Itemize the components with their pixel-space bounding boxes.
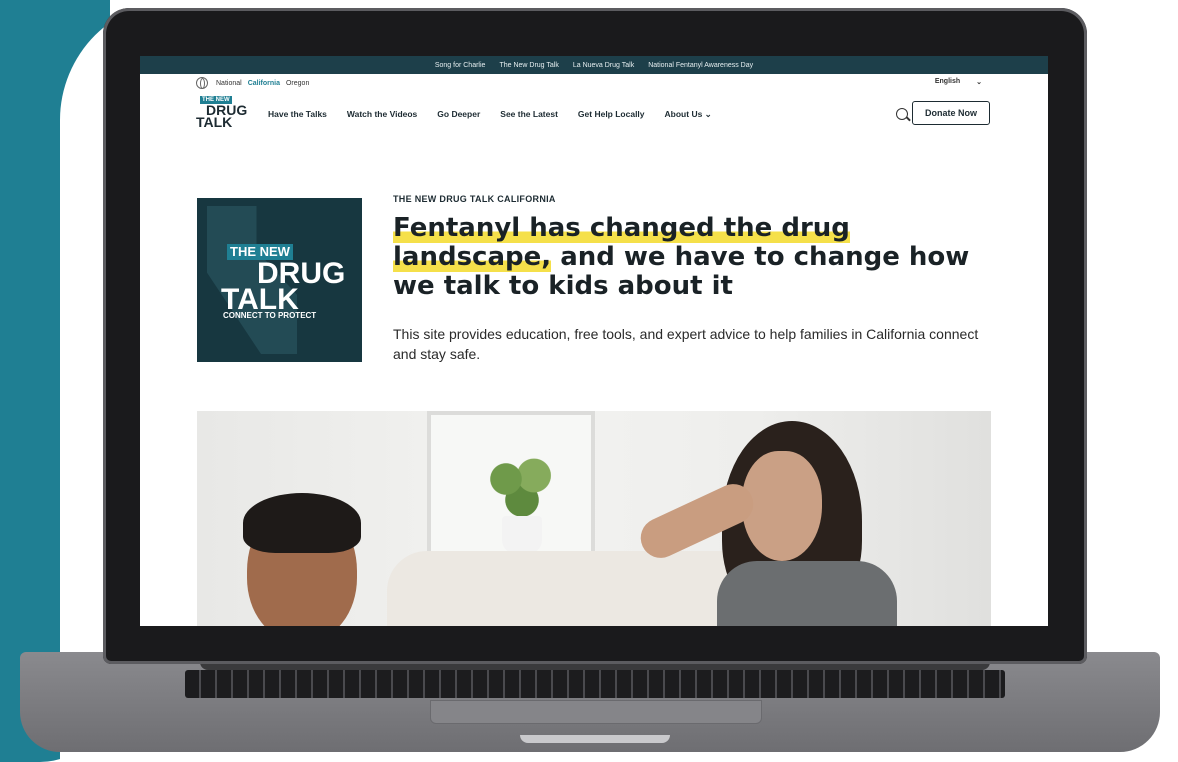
top-bar: Song for Charlie The New Drug Talk La Nu…: [140, 56, 1048, 74]
hero-logo-badge: THE NEW DRUG TALK CONNECT TO PROTECT: [197, 198, 362, 362]
decorative-teal-shape: [0, 0, 180, 762]
nav-item-go-deeper[interactable]: Go Deeper: [437, 109, 480, 120]
site-logo[interactable]: THE NEW DRUG TALK: [196, 96, 248, 132]
nav-item-about-us[interactable]: About Us ⌄: [665, 109, 712, 120]
topbar-link-fentanyl-awareness-day[interactable]: National Fentanyl Awareness Day: [648, 62, 753, 69]
nav-item-have-the-talks[interactable]: Have the Talks: [268, 109, 327, 120]
photo-girl-shirt: [717, 561, 897, 626]
badge-line-3: TALK: [221, 283, 299, 316]
photo-man-hair: [243, 493, 361, 553]
search-icon[interactable]: [896, 108, 908, 120]
topbar-link-la-nueva-drug-talk[interactable]: La Nueva Drug Talk: [573, 62, 634, 69]
nav-item-watch-the-videos[interactable]: Watch the Videos: [347, 109, 417, 120]
photo-pot: [502, 516, 542, 554]
badge-tagline: CONNECT TO PROTECT: [223, 311, 317, 320]
laptop-front-notch: [520, 735, 670, 743]
logo-line-3: TALK: [196, 114, 233, 130]
region-california[interactable]: California: [248, 80, 280, 87]
photo-girl-face: [742, 451, 822, 561]
language-label: English: [934, 78, 961, 85]
main-nav: THE NEW DRUG TALK Have the Talks Watch t…: [140, 92, 1048, 136]
laptop-screen: Song for Charlie The New Drug Talk La Nu…: [140, 56, 1048, 626]
nav-item-see-the-latest[interactable]: See the Latest: [500, 109, 558, 120]
nav-item-get-help-locally[interactable]: Get Help Locally: [578, 109, 645, 120]
hero-headline: Fentanyl has changed the drug landscape,…: [393, 213, 1003, 301]
photo-plant: [482, 451, 562, 521]
chevron-down-icon: ⌄: [976, 79, 982, 86]
region-national[interactable]: National: [216, 80, 242, 87]
laptop-keyboard: [185, 670, 1005, 698]
region-bar: National California Oregon English ⌄: [140, 74, 1048, 92]
donate-button[interactable]: Donate Now: [912, 101, 990, 125]
topbar-link-new-drug-talk[interactable]: The New Drug Talk: [499, 62, 558, 69]
hero-lede: This site provides education, free tools…: [393, 326, 979, 362]
language-selector[interactable]: English ⌄: [935, 78, 982, 86]
laptop-trackpad: [430, 700, 762, 724]
region-oregon[interactable]: Oregon: [286, 80, 309, 87]
topbar-link-song-for-charlie[interactable]: Song for Charlie: [435, 62, 486, 69]
globe-icon: [196, 77, 208, 89]
hero-eyebrow: THE NEW DRUG TALK CALIFORNIA: [393, 194, 556, 204]
hero-photo: [197, 411, 991, 626]
